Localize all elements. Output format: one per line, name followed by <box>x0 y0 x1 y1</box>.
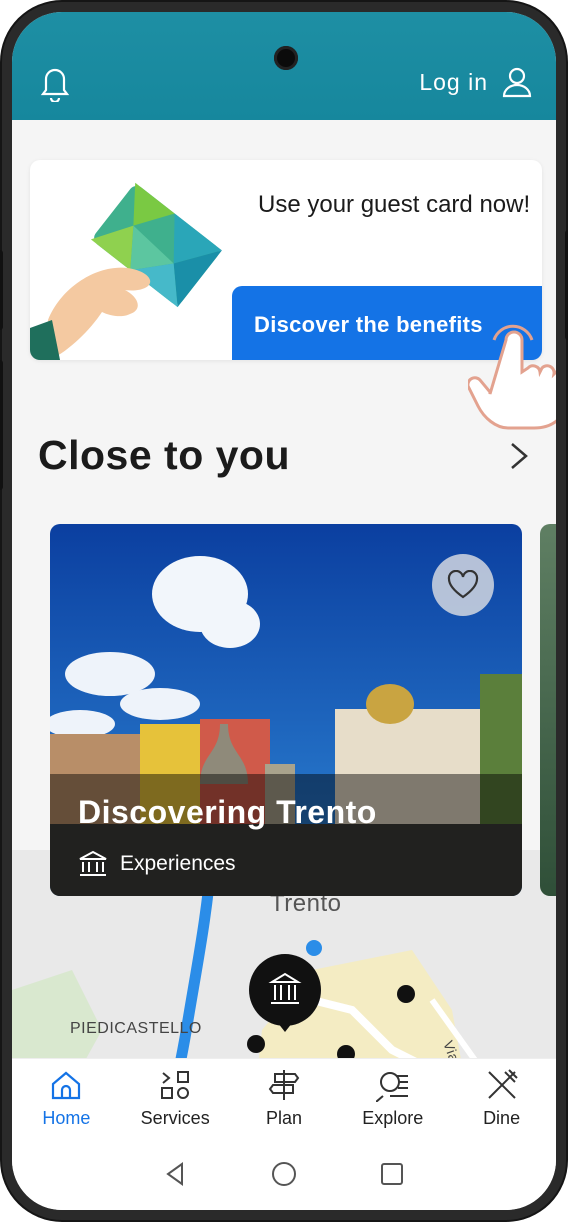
nav-label-services: Services <box>140 1108 210 1128</box>
map-label-piedicastello: PIEDICASTELLO <box>70 1020 202 1037</box>
login-label: Log in <box>419 68 488 95</box>
side-button <box>0 360 3 490</box>
login-button[interactable]: Log in <box>419 66 532 98</box>
bell-icon[interactable] <box>38 62 72 102</box>
bottom-navigation: Home Services Plan Explore Dine <box>12 1058 556 1138</box>
guest-card-illustration <box>30 182 222 360</box>
app-screen: Log in Use your guest card now! Discover… <box>12 12 556 1210</box>
card-title: Discovering Trento <box>78 794 377 830</box>
home-circle-icon[interactable] <box>270 1160 298 1188</box>
phone-frame: Log in Use your guest card now! Discover… <box>0 0 568 1222</box>
card-category-label: Experiences <box>120 852 236 875</box>
banner-text: Use your guest card now! <box>258 191 531 218</box>
system-navigation-bar <box>12 1138 556 1210</box>
favorite-button[interactable] <box>432 554 494 616</box>
signpost-icon <box>268 1070 300 1100</box>
fork-knife-icon <box>487 1069 518 1099</box>
museum-icon <box>79 850 107 876</box>
home-icon <box>52 1071 81 1100</box>
recents-icon[interactable] <box>378 1160 406 1188</box>
explore-icon <box>375 1072 408 1102</box>
section-title: Close to you <box>38 432 291 478</box>
nav-item-services[interactable]: Services <box>121 1068 229 1129</box>
nav-label-plan: Plan <box>265 1108 302 1128</box>
tap-hand-icon <box>468 324 556 430</box>
nav-item-dine[interactable]: Dine <box>448 1068 556 1129</box>
back-icon[interactable] <box>162 1160 190 1188</box>
services-icon <box>161 1071 190 1099</box>
chevron-right-icon[interactable] <box>506 436 532 476</box>
nav-label-home: Home <box>42 1108 91 1128</box>
guest-card-banner[interactable]: Use your guest card now! Discover the be… <box>30 160 542 360</box>
nav-item-plan[interactable]: Plan <box>230 1068 338 1129</box>
user-icon <box>502 67 532 98</box>
main-content: Use your guest card now! Discover the be… <box>12 120 556 1060</box>
front-camera <box>274 46 298 70</box>
card-category: Experiences <box>78 850 236 878</box>
app-header: Log in <box>12 12 556 120</box>
nav-label-explore: Explore <box>362 1108 424 1128</box>
experience-card[interactable]: Discovering Trento Experiences <box>50 524 522 896</box>
nav-item-explore[interactable]: Explore <box>339 1068 447 1129</box>
nav-label-dine: Dine <box>483 1108 521 1128</box>
next-card-peek[interactable] <box>540 524 556 896</box>
heart-icon <box>447 570 479 599</box>
side-button <box>0 250 3 330</box>
nav-item-home[interactable]: Home <box>12 1068 120 1129</box>
